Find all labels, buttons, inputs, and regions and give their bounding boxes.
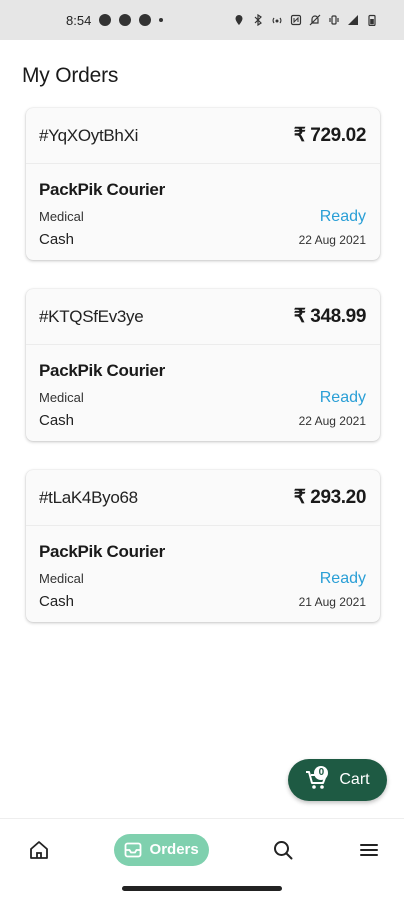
- order-category: Medical: [39, 390, 84, 405]
- menu-icon: [359, 843, 378, 856]
- order-amount: ₹ 348.99: [293, 306, 367, 327]
- order-status: Ready: [319, 570, 366, 587]
- order-payment-row: Cash 21 Aug 2021: [39, 593, 366, 610]
- order-date: 22 Aug 2021: [298, 233, 366, 247]
- cart-label: Cart: [339, 771, 370, 788]
- phone-icon: [139, 14, 152, 26]
- order-status: Ready: [319, 208, 366, 225]
- nav-search-button[interactable]: [272, 839, 294, 861]
- cart-icon: 0: [305, 766, 329, 790]
- order-amount: ₹ 729.02: [293, 125, 367, 146]
- courier-name: PackPik Courier: [39, 542, 165, 561]
- signal-icon: [348, 15, 358, 25]
- battery-icon: [368, 14, 376, 26]
- status-bar: 8:54: [0, 0, 404, 40]
- courier-name: PackPik Courier: [39, 180, 165, 199]
- order-card-header: #tLaK4Byo68 ₹ 293.20: [26, 470, 380, 526]
- order-date: 21 Aug 2021: [298, 595, 366, 609]
- payment-method: Cash: [39, 231, 75, 248]
- order-date: 22 Aug 2021: [298, 414, 366, 428]
- orders-list: #YqXOytBhXi ₹ 729.02 PackPik Courier Med…: [26, 108, 380, 651]
- home-indicator[interactable]: [122, 886, 282, 891]
- order-category: Medical: [39, 571, 84, 586]
- app-icon: [119, 14, 132, 26]
- courier-name: PackPik Courier: [39, 361, 165, 380]
- orders-tray-icon: [124, 842, 141, 857]
- order-payment-row: Cash 22 Aug 2021: [39, 412, 366, 429]
- more-notifications-icon: [159, 18, 164, 22]
- order-card-body: PackPik Courier Medical Ready Cash 22 Au…: [26, 345, 380, 429]
- location-icon: [235, 15, 243, 25]
- bottom-navigation: Orders: [0, 818, 404, 880]
- order-payment-row: Cash 22 Aug 2021: [39, 231, 366, 248]
- status-left: 8:54: [66, 12, 164, 28]
- order-id: #YqXOytBhXi: [39, 125, 139, 145]
- nav-home-button[interactable]: [28, 839, 50, 861]
- payment-method: Cash: [39, 593, 75, 610]
- order-id: #KTQSfEv3ye: [39, 306, 144, 326]
- order-status: Ready: [319, 389, 366, 406]
- order-card[interactable]: #YqXOytBhXi ₹ 729.02 PackPik Courier Med…: [26, 108, 380, 260]
- order-id: #tLaK4Byo68: [39, 487, 138, 507]
- page-title: My Orders: [22, 64, 119, 87]
- home-icon: [30, 840, 48, 859]
- order-card[interactable]: #tLaK4Byo68 ₹ 293.20 PackPik Courier Med…: [26, 470, 380, 622]
- order-category: Medical: [39, 209, 84, 224]
- mute-icon: [309, 14, 321, 26]
- order-card-header: #YqXOytBhXi ₹ 729.02: [26, 108, 380, 164]
- order-amount: ₹ 293.20: [293, 487, 367, 508]
- order-card-body: PackPik Courier Medical Ready Cash 21 Au…: [26, 526, 380, 610]
- nav-orders-button[interactable]: Orders: [113, 833, 209, 866]
- vibrate-icon: [329, 15, 339, 25]
- hotspot-icon: [272, 17, 282, 24]
- order-category-row: Medical Ready: [39, 570, 366, 588]
- order-category-row: Medical Ready: [39, 208, 366, 226]
- order-card-header: #KTQSfEv3ye ₹ 348.99: [26, 289, 380, 345]
- nav-orders-label: Orders: [149, 841, 199, 858]
- location-icon: [99, 14, 112, 26]
- payment-method: Cash: [39, 412, 75, 429]
- nfc-icon: [290, 14, 302, 26]
- bluetooth-icon: [254, 14, 262, 26]
- cart-button[interactable]: 0 Cart: [288, 759, 387, 801]
- status-time: 8:54: [66, 12, 92, 28]
- search-icon: [274, 840, 293, 859]
- status-right: [233, 14, 378, 26]
- order-category-row: Medical Ready: [39, 389, 366, 407]
- order-card-body: PackPik Courier Medical Ready Cash 22 Au…: [26, 164, 380, 248]
- order-card[interactable]: #KTQSfEv3ye ₹ 348.99 PackPik Courier Med…: [26, 289, 380, 441]
- nav-menu-button[interactable]: [358, 839, 380, 861]
